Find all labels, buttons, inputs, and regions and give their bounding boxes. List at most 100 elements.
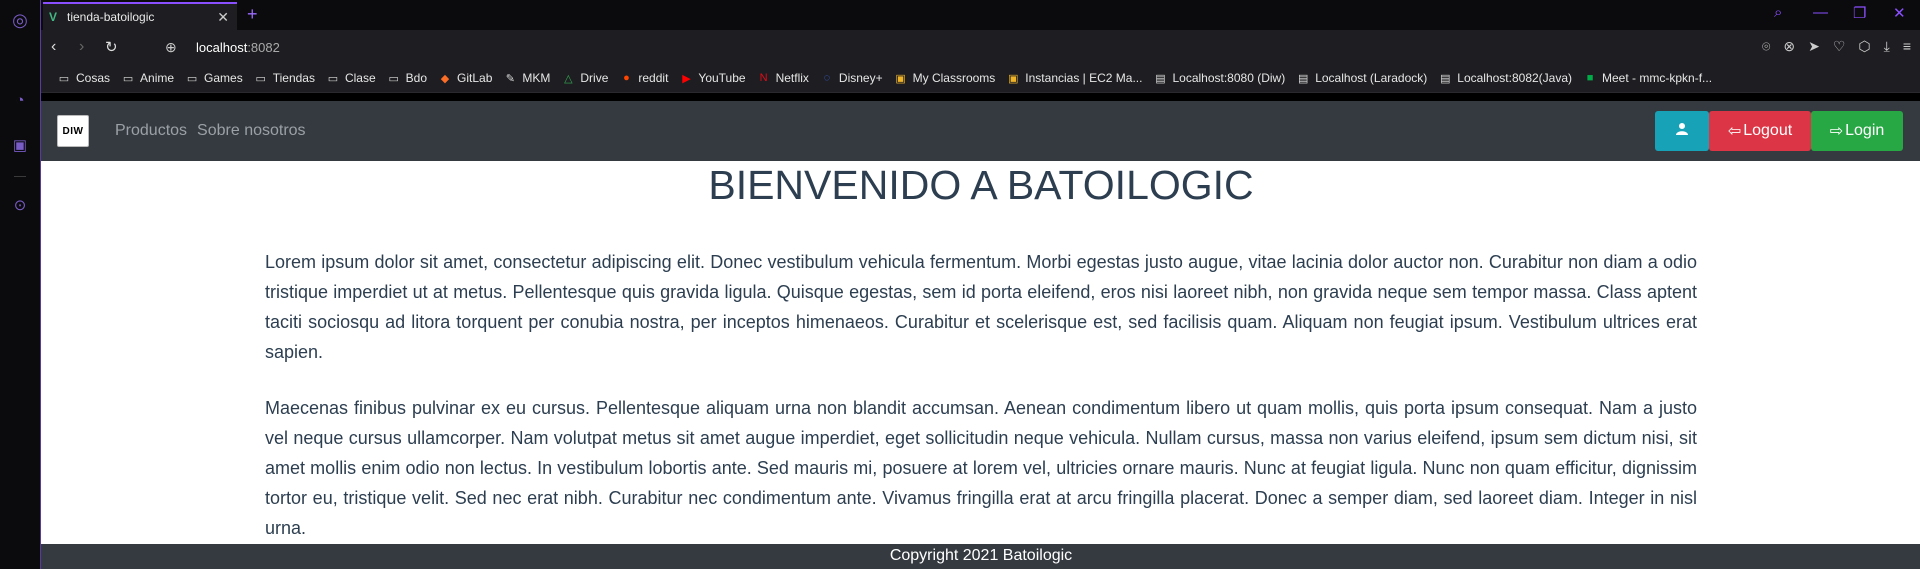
site-info-icon[interactable]: ⊕ xyxy=(165,39,177,56)
bookmark-label: Netflix xyxy=(775,71,809,85)
bookmark-label: Localhost (Laradock) xyxy=(1315,71,1428,85)
nav-productos[interactable]: Productos xyxy=(115,122,187,140)
twitch-icon[interactable]: ▣ xyxy=(10,135,30,155)
close-window-icon[interactable]: ✕ xyxy=(1893,4,1906,22)
bookmark-item[interactable]: ▤ Localhost:8082(Java) xyxy=(1438,71,1572,85)
new-tab-button[interactable]: + xyxy=(247,4,258,25)
page-title: BIENVENIDO A BATOILOGIC xyxy=(708,162,1254,208)
user-button[interactable] xyxy=(1655,111,1709,151)
bookmarks-bar: ▭ Cosas ▭ Anime ▭ Games ▭ Tiendas ▭ Clase ▭ Bdo ◆ Git… xyxy=(41,64,1920,93)
bookmark-item[interactable]: ▭ Clase xyxy=(326,71,376,85)
bookmark-item[interactable]: ◌ Disney+ xyxy=(820,71,883,85)
cube-icon[interactable]: ⬡ xyxy=(1858,38,1870,55)
url-port: :8082 xyxy=(247,40,280,55)
bookmark-label: Localhost:8082(Java) xyxy=(1457,71,1573,85)
bookmark-label: reddit xyxy=(638,71,669,85)
bookmark-item[interactable]: ▣ Instancias | EC2 Ma... xyxy=(1006,71,1142,85)
bookmark-label: Instancias | EC2 Ma... xyxy=(1025,71,1143,85)
bookmark-item[interactable]: ▭ Tiendas xyxy=(254,71,315,85)
site-navbar: DIW Productos Sobre nosotros ⇦ Logout ⇨ … xyxy=(41,101,1920,161)
bookmark-item[interactable]: ▤ Localhost (Laradock) xyxy=(1296,71,1427,85)
bookmark-label: My Classrooms xyxy=(912,71,996,85)
page-icon: ▤ xyxy=(1155,72,1166,85)
sidebar-divider xyxy=(14,176,26,177)
bookmark-label: GitLab xyxy=(457,71,493,85)
main-content: BIENVENIDO A BATOILOGIC Lorem ipsum dolo… xyxy=(41,161,1920,544)
bookmark-item[interactable]: ▭ Cosas xyxy=(57,71,110,85)
bookmark-label: Cosas xyxy=(76,71,111,85)
search-icon[interactable]: ⌕ xyxy=(1774,4,1782,21)
brand-logo[interactable]: DIW xyxy=(57,115,89,147)
forward-icon[interactable]: › xyxy=(79,38,84,56)
logout-label: Logout xyxy=(1743,122,1793,139)
bookmark-item[interactable]: N Netflix xyxy=(757,71,809,85)
reload-icon[interactable]: ↻ xyxy=(105,38,118,56)
box-icon: ▣ xyxy=(895,72,906,85)
url-host: localhost xyxy=(196,40,248,55)
login-icon: ⇨ xyxy=(1829,123,1844,140)
vue-favicon-icon: V xyxy=(49,10,58,24)
bookmark-item[interactable]: ■ Meet - mmc-kpkn-f... xyxy=(1583,71,1712,85)
bookmark-item[interactable]: ▭ Anime xyxy=(121,71,174,85)
address-bar: ‹ › ↻ ⊕ localhost:8082 ⌾ ⊗ ➤ ♡ ⬡ ⤓ ≡ xyxy=(41,30,1920,64)
bookmark-item[interactable]: △ Drive xyxy=(561,71,608,85)
bookmark-label: YouTube xyxy=(698,71,746,85)
folder-icon: ▭ xyxy=(327,72,339,85)
tab-close-icon[interactable]: ✕ xyxy=(217,9,229,26)
folder-icon: ▭ xyxy=(186,72,198,85)
page-icon: ▤ xyxy=(1298,72,1309,85)
meet-icon: ■ xyxy=(1586,72,1594,84)
menu-icon[interactable]: ≡ xyxy=(1903,38,1911,55)
bookmark-item[interactable]: ✎ MKM xyxy=(503,71,551,85)
heart-icon[interactable]: ♡ xyxy=(1833,38,1846,55)
intro-paragraph-1: Lorem ipsum dolor sit amet, consectetur … xyxy=(265,252,1697,362)
bookmark-label: Bdo xyxy=(405,71,428,85)
adblock-icon[interactable]: ⊗ xyxy=(1783,38,1795,55)
disney-icon: ◌ xyxy=(823,72,831,84)
download-icon[interactable]: ⤓ xyxy=(1884,38,1890,55)
mkm-icon: ✎ xyxy=(505,72,515,85)
send-icon[interactable]: ➤ xyxy=(1808,38,1820,55)
nav-sobre-nosotros[interactable]: Sobre nosotros xyxy=(197,122,306,140)
bookmark-item[interactable]: ◆ GitLab xyxy=(438,71,493,85)
speed-icon[interactable]: ◔ xyxy=(10,90,30,110)
bookmark-label: Clase xyxy=(344,71,376,85)
folder-icon: ▭ xyxy=(388,72,399,85)
page-icon: ▤ xyxy=(1440,72,1451,85)
netflix-icon: N xyxy=(759,72,768,84)
opera-logo-icon[interactable]: ◎ xyxy=(10,10,30,30)
player-icon[interactable]: ⊙ xyxy=(10,195,30,215)
bookmark-item[interactable]: ▭ Bdo xyxy=(387,71,427,85)
back-icon[interactable]: ‹ xyxy=(51,38,56,56)
login-button[interactable]: ⇨ Login xyxy=(1811,111,1903,151)
bookmark-label: Disney+ xyxy=(838,71,883,85)
bookmark-item[interactable]: ▭ Games xyxy=(185,71,243,85)
reddit-icon: ● xyxy=(623,72,630,84)
browser-sidebar: ◎ ◔ ▣ ⊙ xyxy=(0,0,40,569)
bookmark-item[interactable]: ▣ My Classrooms xyxy=(894,71,996,85)
tab-bar: V tienda-batoilogic ✕ + ⌕ — ❐ ✕ xyxy=(41,0,1920,30)
nav-links: Productos Sobre nosotros xyxy=(115,122,306,140)
snapshot-icon[interactable]: ⌾ xyxy=(1762,38,1770,55)
logout-button[interactable]: ⇦ Logout xyxy=(1709,111,1811,151)
folder-icon: ▭ xyxy=(255,72,266,85)
minimize-icon[interactable]: — xyxy=(1813,4,1828,21)
web-page: DIW Productos Sobre nosotros ⇦ Logout ⇨ … xyxy=(41,101,1920,569)
tab-title: tienda-batoilogic xyxy=(67,10,155,24)
youtube-icon: ▶ xyxy=(682,72,691,85)
bookmark-item[interactable]: ● reddit xyxy=(619,71,668,85)
folder-icon: ▭ xyxy=(122,72,134,85)
bookmark-label: MKM xyxy=(522,71,551,85)
login-label: Login xyxy=(1845,122,1885,139)
logout-icon: ⇦ xyxy=(1727,123,1742,140)
bookmark-item[interactable]: ▤ Localhost:8080 (Diw) xyxy=(1153,71,1285,85)
bookmark-label: Games xyxy=(204,71,243,85)
address-actions: ⌾ ⊗ ➤ ♡ ⬡ ⤓ ≡ xyxy=(1762,38,1911,55)
bookmark-item[interactable]: ▶ YouTube xyxy=(679,71,745,85)
tab-active[interactable]: V tienda-batoilogic ✕ xyxy=(43,2,237,30)
bookmark-label: Drive xyxy=(580,71,609,85)
box-icon: ▣ xyxy=(1008,72,1019,85)
folder-icon: ▭ xyxy=(58,72,70,85)
url-field[interactable]: localhost:8082 xyxy=(196,40,280,55)
restore-icon[interactable]: ❐ xyxy=(1853,4,1866,22)
